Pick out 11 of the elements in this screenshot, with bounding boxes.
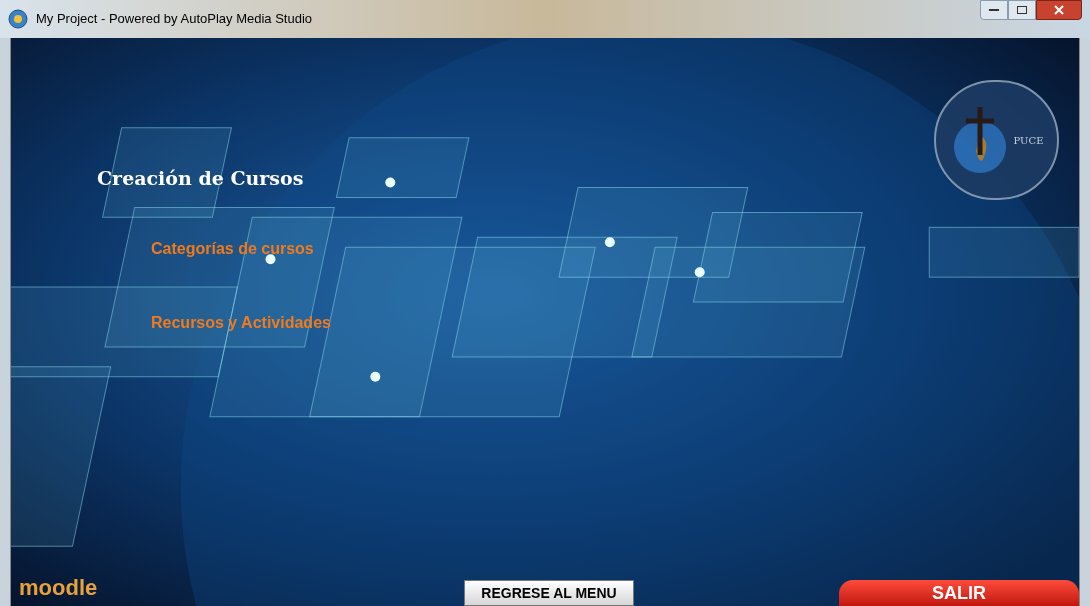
- moodle-logo: moodle: [19, 574, 99, 602]
- window-title: My Project - Powered by AutoPlay Media Studio: [36, 10, 313, 29]
- exit-button[interactable]: SALIR: [839, 580, 1079, 606]
- section-heading: Creación de Cursos: [97, 166, 305, 191]
- back-to-menu-button[interactable]: REGRESE AL MENU: [464, 580, 634, 606]
- close-button[interactable]: [1036, 0, 1082, 20]
- app-icon: [8, 9, 28, 29]
- minimize-button[interactable]: [980, 0, 1008, 20]
- close-icon: [1054, 5, 1064, 15]
- maximize-button[interactable]: [1008, 0, 1036, 20]
- seal-label: PUCE: [1013, 133, 1044, 148]
